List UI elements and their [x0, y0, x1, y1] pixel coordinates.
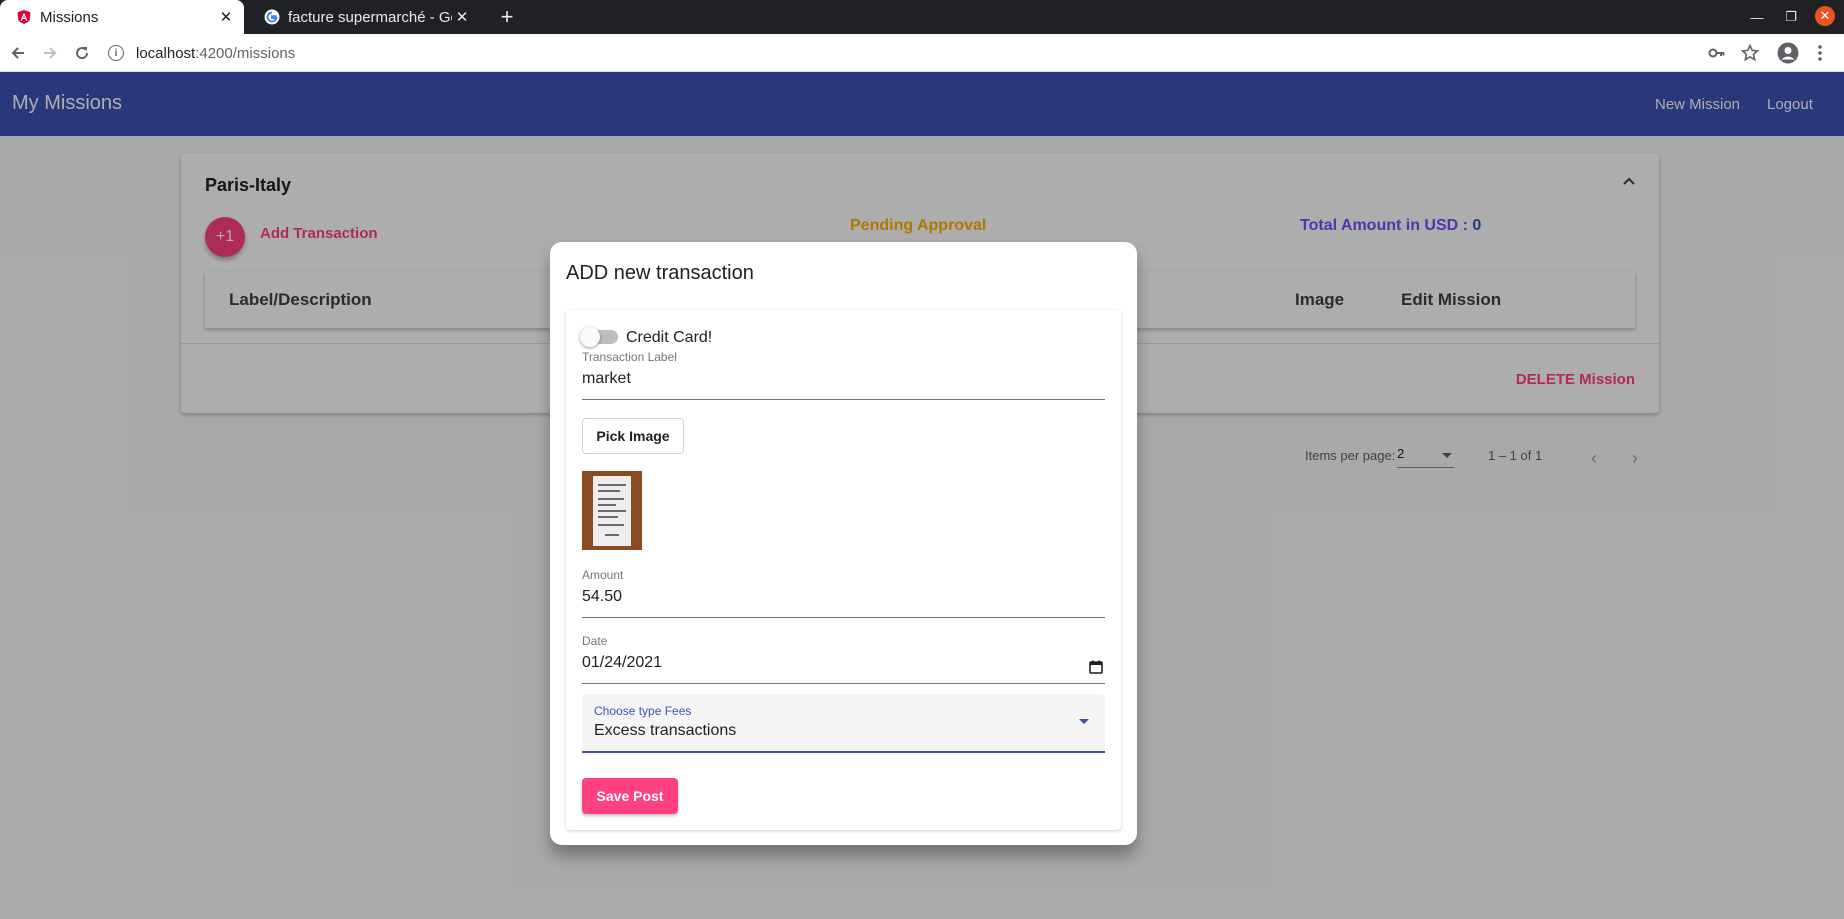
google-icon	[264, 9, 280, 25]
menu-dots-icon[interactable]	[1808, 41, 1832, 65]
site-info-icon[interactable]: i	[108, 45, 124, 61]
tab-title: facture supermarché - Go	[288, 8, 452, 26]
close-tab-icon[interactable]: ✕	[452, 7, 472, 27]
fees-type-select[interactable]: Choose type Fees Excess transactions	[582, 694, 1105, 753]
restore-icon[interactable]: ❐	[1781, 7, 1801, 27]
browser-toolbar: i localhost:4200/missions	[0, 34, 1844, 72]
transaction-label-field[interactable]: Transaction Label market	[582, 350, 1105, 400]
calendar-icon[interactable]	[1089, 660, 1103, 674]
address-bar[interactable]: i localhost:4200/missions	[108, 38, 1748, 68]
reload-icon[interactable]	[70, 41, 94, 65]
amount-input[interactable]: 54.50	[582, 588, 1105, 618]
browser-tab-bar: Missions ✕ facture supermarché - Go ✕ + …	[0, 0, 1844, 34]
credit-card-label: Credit Card!	[626, 329, 713, 346]
browser-tab-google[interactable]: facture supermarché - Go ✕	[248, 0, 480, 34]
profile-avatar-icon[interactable]	[1776, 41, 1800, 65]
fees-type-value: Excess transactions	[594, 722, 737, 739]
url-path: :4200/missions	[195, 44, 296, 62]
window-close-icon[interactable]: ✕	[1815, 6, 1835, 26]
star-icon[interactable]	[1738, 41, 1762, 65]
transaction-form: Credit Card! Transaction Label market Pi…	[566, 310, 1121, 830]
transaction-label-input[interactable]: market	[582, 370, 1105, 400]
browser-tab-missions[interactable]: Missions ✕	[0, 0, 244, 34]
field-label: Date	[582, 634, 608, 648]
credit-card-toggle[interactable]	[580, 327, 618, 347]
date-input[interactable]: 01/24/2021	[582, 654, 1105, 684]
field-label: Amount	[582, 568, 624, 582]
key-icon[interactable]	[1705, 41, 1729, 65]
new-tab-icon[interactable]: +	[494, 4, 520, 30]
angular-icon	[16, 9, 32, 25]
receipt-image-thumbnail	[582, 471, 642, 550]
field-label: Choose type Fees	[594, 704, 692, 718]
date-field[interactable]: Date 01/24/2021	[582, 634, 1105, 684]
tab-title: Missions	[40, 8, 99, 26]
save-post-button[interactable]: Save Post	[582, 778, 678, 814]
dropdown-arrow-icon	[1079, 719, 1089, 724]
forward-icon[interactable]	[38, 41, 62, 65]
back-icon[interactable]	[6, 41, 30, 65]
add-transaction-dialog: ADD new transaction Credit Card! Transac…	[550, 242, 1137, 845]
amount-field[interactable]: Amount 54.50	[582, 568, 1105, 618]
field-label: Transaction Label	[582, 350, 677, 364]
toggle-knob	[580, 327, 600, 347]
pick-image-button[interactable]: Pick Image	[582, 418, 684, 454]
url-host: localhost	[136, 44, 196, 62]
dialog-title: ADD new transaction	[566, 262, 754, 284]
minimize-icon[interactable]: —	[1747, 7, 1767, 27]
close-tab-icon[interactable]: ✕	[216, 7, 236, 27]
